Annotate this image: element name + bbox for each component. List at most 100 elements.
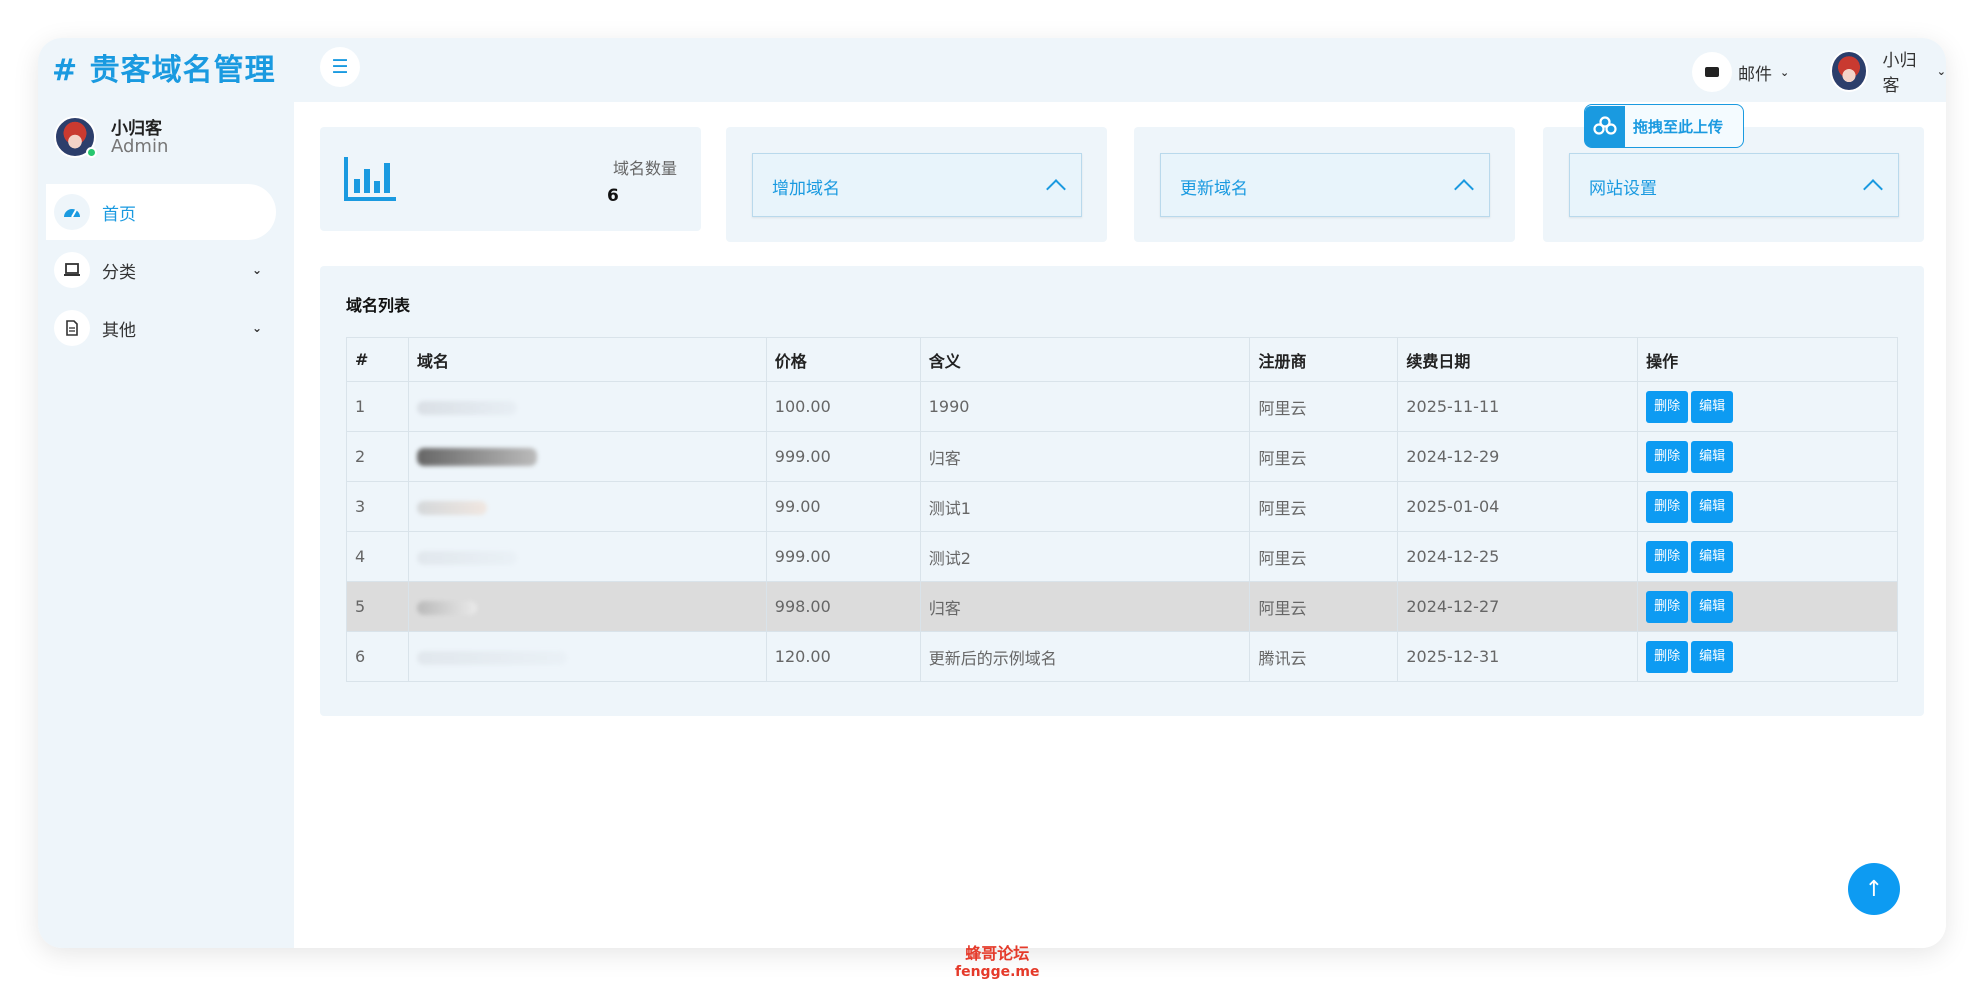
meaning-cell: 测试1 bbox=[919, 481, 1251, 532]
update-domain-toggle[interactable]: 更新域名 bbox=[1160, 153, 1490, 217]
redacted-domain bbox=[416, 448, 537, 467]
update-domain-panel: 更新域名 bbox=[1134, 127, 1515, 242]
actions-cell: 删除 编辑 bbox=[1637, 631, 1898, 682]
mail-label: 邮件 bbox=[1738, 64, 1772, 85]
stat-label: 域名数量 bbox=[612, 159, 677, 178]
delete-button[interactable]: 删除 bbox=[1646, 490, 1689, 523]
chevron-down-icon: ⌄ bbox=[1780, 65, 1790, 79]
sidebar-nav: 首页 分类 ⌄ 其他 ⌄ bbox=[38, 184, 294, 358]
upload-label: 拖拽至此上传 bbox=[1633, 117, 1724, 136]
chevron-up-icon bbox=[1863, 179, 1883, 199]
add-domain-panel: 增加域名 bbox=[726, 127, 1107, 242]
chevron-down-icon: ⌄ bbox=[251, 321, 262, 335]
column-header: 价格 bbox=[765, 337, 921, 382]
edit-button[interactable]: 编辑 bbox=[1691, 440, 1734, 473]
menu-toggle-button[interactable]: ☰ bbox=[320, 47, 360, 87]
edit-button[interactable]: 编辑 bbox=[1691, 590, 1734, 623]
bar-chart-icon bbox=[344, 157, 396, 201]
price-cell: 99.00 bbox=[765, 481, 921, 532]
meaning-cell: 归客 bbox=[919, 431, 1251, 482]
brand-title[interactable]: # 贵客域名管理 bbox=[52, 45, 276, 89]
sidebar-item-other[interactable]: 其他 ⌄ bbox=[46, 300, 276, 356]
edit-button[interactable]: 编辑 bbox=[1691, 490, 1734, 523]
redacted-domain bbox=[416, 500, 487, 515]
site-settings-toggle[interactable]: 网站设置 bbox=[1569, 153, 1899, 217]
sidebar-item-home[interactable]: 首页 bbox=[46, 184, 276, 240]
back-to-top-button[interactable]: ↑ bbox=[1848, 863, 1900, 915]
table-row: 3 99.00 测试1 阿里云 2025-01-04 删除 编辑 bbox=[346, 481, 1898, 532]
edit-button[interactable]: 编辑 bbox=[1691, 640, 1734, 673]
registrar-cell: 阿里云 bbox=[1249, 581, 1399, 632]
accordion-label: 增加域名 bbox=[772, 179, 840, 199]
renew-date-cell: 2025-11-11 bbox=[1397, 381, 1639, 432]
watermark: 蜂哥论坛 fengge.me bbox=[955, 945, 1040, 981]
renew-date-cell: 2025-12-31 bbox=[1397, 631, 1639, 682]
domain-count-card: 域名数量 6 bbox=[320, 127, 701, 231]
watermark-line1: 蜂哥论坛 bbox=[965, 944, 1030, 963]
registrar-cell: 阿里云 bbox=[1249, 481, 1399, 532]
renew-date-cell: 2024-12-25 bbox=[1397, 531, 1639, 582]
renew-date-cell: 2024-12-27 bbox=[1397, 581, 1639, 632]
cloud-upload-icon bbox=[1585, 105, 1625, 147]
chevron-up-icon bbox=[1046, 179, 1066, 199]
table-row: 5 998.00 归客 阿里云 2024-12-27 删除 编辑 bbox=[346, 581, 1898, 632]
document-icon bbox=[54, 310, 90, 346]
delete-button[interactable]: 删除 bbox=[1646, 540, 1689, 573]
mail-dropdown[interactable]: 邮件 ⌄ bbox=[1692, 52, 1789, 92]
table-row: 4 999.00 测试2 阿里云 2024-12-25 删除 编辑 bbox=[346, 531, 1898, 582]
delete-button[interactable]: 删除 bbox=[1646, 590, 1689, 623]
laptop-icon bbox=[54, 252, 90, 288]
delete-button[interactable]: 删除 bbox=[1646, 390, 1689, 423]
domain-cell bbox=[407, 481, 767, 532]
price-cell: 999.00 bbox=[765, 431, 921, 482]
upload-dropzone[interactable]: 拖拽至此上传 bbox=[1584, 104, 1744, 148]
domain-cell bbox=[407, 381, 767, 432]
row-id: 6 bbox=[346, 631, 409, 682]
actions-cell: 删除 编辑 bbox=[1637, 481, 1898, 532]
row-id: 2 bbox=[346, 431, 409, 482]
meaning-cell: 测试2 bbox=[919, 531, 1251, 582]
registrar-cell: 腾讯云 bbox=[1249, 631, 1399, 682]
main-content: 域名数量 6 增加域名 更新域名 网站设置 域名列表 # 域名 价格 含义 注册… bbox=[294, 102, 1946, 948]
column-header: # bbox=[346, 337, 409, 382]
top-header: ☰ 邮件 ⌄ 小归客 ⌄ bbox=[294, 38, 1946, 102]
actions-cell: 删除 编辑 bbox=[1637, 431, 1898, 482]
edit-button[interactable]: 编辑 bbox=[1691, 390, 1734, 423]
domain-cell bbox=[407, 631, 767, 682]
sidebar-item-label: 首页 bbox=[102, 204, 136, 225]
column-header: 域名 bbox=[407, 337, 767, 382]
column-header: 含义 bbox=[919, 337, 1251, 382]
avatar bbox=[1830, 50, 1869, 92]
actions-cell: 删除 编辑 bbox=[1637, 531, 1898, 582]
table-row: 2 999.00 归客 阿里云 2024-12-29 删除 编辑 bbox=[346, 431, 1898, 482]
row-id: 4 bbox=[346, 531, 409, 582]
redacted-domain bbox=[416, 650, 567, 665]
price-cell: 998.00 bbox=[765, 581, 921, 632]
registrar-cell: 阿里云 bbox=[1249, 431, 1399, 482]
sidebar-item-label: 其他 bbox=[102, 320, 136, 341]
delete-button[interactable]: 删除 bbox=[1646, 640, 1689, 673]
delete-button[interactable]: 删除 bbox=[1646, 440, 1689, 473]
sidebar-item-label: 分类 bbox=[102, 262, 136, 283]
column-header: 注册商 bbox=[1249, 337, 1399, 382]
column-header: 操作 bbox=[1637, 337, 1898, 382]
row-id: 3 bbox=[346, 481, 409, 532]
renew-date-cell: 2024-12-29 bbox=[1397, 431, 1639, 482]
sidebar-item-category[interactable]: 分类 ⌄ bbox=[46, 242, 276, 298]
renew-date-cell: 2025-01-04 bbox=[1397, 481, 1639, 532]
edit-button[interactable]: 编辑 bbox=[1691, 540, 1734, 573]
user-dropdown[interactable]: 小归客 ⌄ bbox=[1830, 46, 1946, 96]
registrar-cell: 阿里云 bbox=[1249, 531, 1399, 582]
domain-list-card: 域名列表 # 域名 价格 含义 注册商 续费日期 操作 1 100.00 199… bbox=[320, 266, 1924, 716]
row-id: 1 bbox=[346, 381, 409, 432]
redacted-domain bbox=[416, 600, 477, 615]
table-row: 1 100.00 1990 阿里云 2025-11-11 删除 编辑 bbox=[346, 381, 1898, 432]
add-domain-toggle[interactable]: 增加域名 bbox=[752, 153, 1082, 217]
chevron-down-icon: ⌄ bbox=[251, 263, 262, 277]
redacted-domain bbox=[416, 550, 517, 565]
registrar-cell: 阿里云 bbox=[1249, 381, 1399, 432]
domain-cell bbox=[407, 531, 767, 582]
stat-value: 6 bbox=[607, 186, 619, 206]
price-cell: 100.00 bbox=[765, 381, 921, 432]
profile-role: Admin bbox=[111, 136, 169, 157]
